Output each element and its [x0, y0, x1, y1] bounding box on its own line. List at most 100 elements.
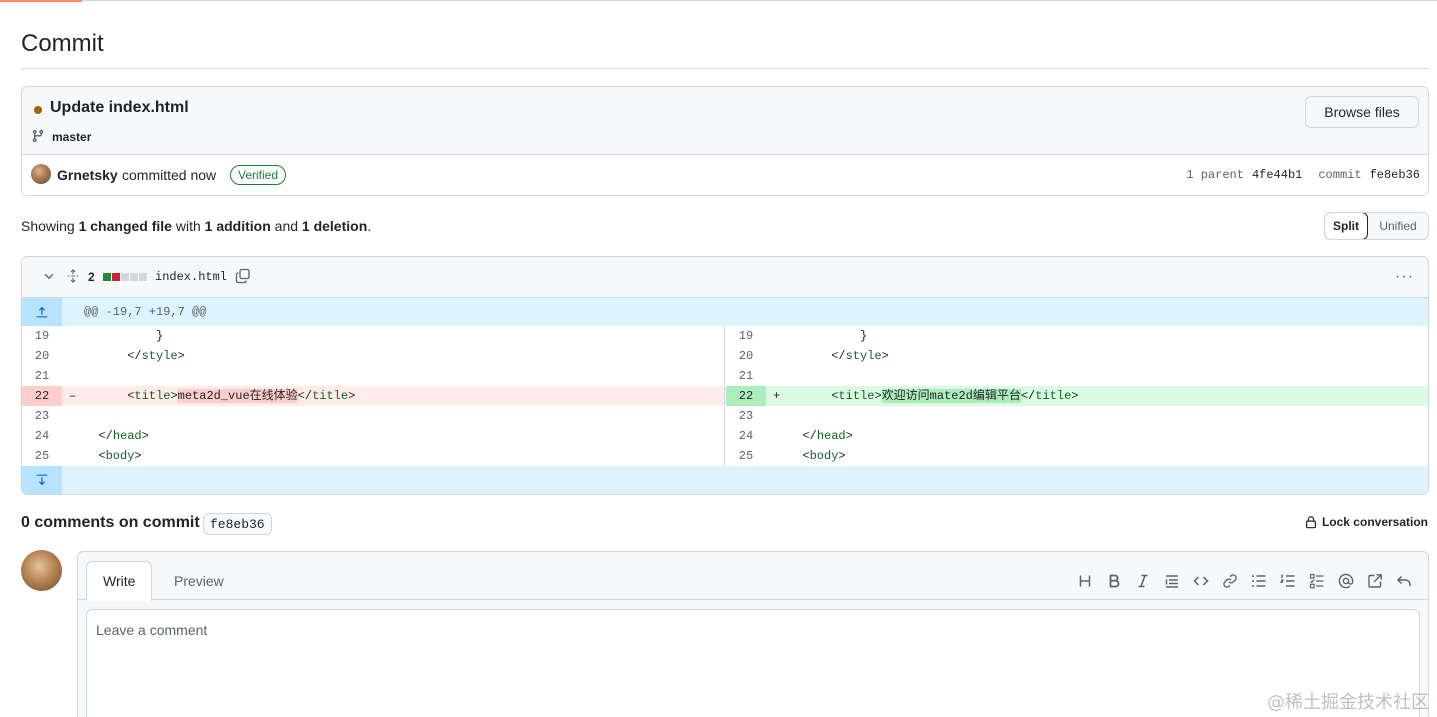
line-number[interactable]: 21 [22, 366, 62, 386]
line-number[interactable]: 23 [726, 406, 766, 426]
hunk-header: @@ -19,7 +19,7 @@ [84, 305, 207, 319]
status-dot-icon[interactable] [34, 106, 42, 114]
file-name-link[interactable]: index.html [155, 270, 227, 284]
file-diff: 2 index.html ··· @@ -19,7 +19,7 @@ 19 } 2… [21, 256, 1429, 495]
undo-icon[interactable] [1389, 571, 1418, 591]
ordered-list-icon[interactable] [1273, 571, 1302, 591]
diff-line: 19 } [726, 326, 1428, 346]
code-text: </head> [788, 426, 853, 446]
lock-conversation-button[interactable]: Lock conversation [1304, 515, 1428, 529]
unified-view-button[interactable]: Unified [1368, 213, 1428, 239]
code-segment: <body> [84, 449, 142, 463]
code-segment: } [84, 329, 164, 343]
diffstat-neutral-block [139, 273, 147, 281]
hunk-footer-row [22, 466, 1428, 494]
summary-text: . [367, 218, 372, 234]
parent-sha-link[interactable]: 4fe44b1 [1252, 168, 1302, 182]
quote-icon[interactable] [1157, 571, 1186, 591]
diff-line: 24 </head> [22, 426, 724, 446]
expand-down-icon[interactable] [22, 466, 62, 494]
tab-preview[interactable]: Preview [158, 561, 240, 601]
task-list-icon[interactable] [1302, 571, 1331, 591]
code-segment: <body> [788, 449, 846, 463]
summary-text: Showing [21, 218, 75, 234]
line-number[interactable]: 19 [22, 326, 62, 346]
active-tab-indicator [0, 0, 82, 2]
split-view-button[interactable]: Split [1325, 213, 1368, 239]
diff-line: 24 </head> [726, 426, 1428, 446]
code-segment: </style> [788, 349, 889, 363]
line-number[interactable]: 22 [726, 386, 766, 406]
lines-changed-count: 2 [88, 270, 95, 284]
copy-icon[interactable] [235, 268, 251, 284]
line-number[interactable]: 22 [22, 386, 62, 406]
expand-all-icon[interactable] [66, 268, 80, 284]
avatar[interactable] [31, 164, 51, 184]
expand-up-icon[interactable] [22, 298, 62, 326]
link-icon[interactable] [1215, 571, 1244, 591]
changed-text-highlight: meta2d_vue在线体验 [177, 389, 298, 403]
avatar[interactable] [21, 550, 62, 591]
bold-icon[interactable] [1099, 571, 1128, 591]
comment-editor: Write Preview Leave a comment [77, 551, 1429, 717]
browse-files-button[interactable]: Browse files [1305, 96, 1419, 128]
mention-icon[interactable] [1331, 571, 1360, 591]
diff-line: 21 [22, 366, 724, 386]
unordered-list-icon[interactable] [1244, 571, 1273, 591]
code-text: <title>meta2d_vue在线体验</title> [84, 386, 355, 406]
markdown-toolbar [1070, 571, 1418, 591]
line-number[interactable]: 19 [726, 326, 766, 346]
code-segment: </title> [1020, 389, 1079, 403]
line-number[interactable]: 21 [726, 366, 766, 386]
diffstat-del-block [112, 273, 120, 281]
top-border [0, 0, 1437, 1]
deletions-count: 1 deletion [301, 218, 368, 234]
watermark: @稀土掘金技术社区 [1267, 692, 1429, 713]
branch-link[interactable]: master [52, 130, 91, 144]
code-text: <title>欢迎访问mate2d编辑平台</title> [788, 386, 1078, 406]
reference-icon[interactable] [1360, 571, 1389, 591]
code-segment: <title> [84, 389, 178, 403]
lock-icon [1305, 516, 1316, 529]
summary-text: and [274, 218, 299, 234]
code-text: <body> [84, 446, 142, 466]
commit-sha-chip: fe8eb36 [203, 513, 272, 535]
comment-placeholder: Leave a comment [96, 622, 208, 638]
commit-sha: fe8eb36 [1369, 168, 1420, 182]
italic-icon[interactable] [1128, 571, 1157, 591]
diffstat-neutral-block [121, 273, 129, 281]
kebab-menu-icon[interactable]: ··· [1395, 268, 1414, 286]
author-row: Grnetsky committed now Verified 1 parent… [22, 155, 1428, 195]
comments-heading: 0 comments on commit [21, 514, 200, 531]
code-segment: </title> [297, 389, 356, 403]
diff-summary: Showing 1 changed file with 1 addition a… [21, 218, 371, 234]
line-number[interactable]: 25 [726, 446, 766, 466]
chevron-down-icon[interactable] [42, 269, 56, 283]
additions-count: 1 addition [204, 218, 271, 234]
line-number[interactable]: 24 [22, 426, 62, 446]
line-number[interactable]: 20 [726, 346, 766, 366]
line-number[interactable]: 23 [22, 406, 62, 426]
tab-write[interactable]: Write [86, 561, 153, 601]
diff-sign: + [773, 389, 781, 403]
line-number[interactable]: 20 [22, 346, 62, 366]
line-number[interactable]: 24 [726, 426, 766, 446]
commit-message: Update index.html [50, 99, 189, 116]
verified-badge[interactable]: Verified [230, 165, 287, 185]
diff-line: 23 [726, 406, 1428, 426]
comment-textarea[interactable]: Leave a comment [86, 609, 1420, 717]
author-link[interactable]: Grnetsky [57, 167, 118, 183]
code-icon[interactable] [1186, 571, 1215, 591]
diff-right-side: 19 } 20 </style> 21 22 + <title>欢迎访问mate2d编辑… [726, 326, 1428, 466]
diffstat-add-block [103, 273, 111, 281]
lock-label: Lock conversation [1321, 515, 1428, 529]
file-header: 2 index.html ··· [22, 257, 1428, 298]
summary-text: with [175, 218, 201, 234]
code-segment: </style> [84, 349, 185, 363]
line-number[interactable]: 25 [22, 446, 62, 466]
commit-header: Update index.html master Browse files [22, 87, 1428, 155]
diff-line: 19 } [22, 326, 724, 346]
heading-icon[interactable] [1070, 571, 1099, 591]
code-segment: </head> [788, 429, 853, 443]
code-text: <body> [788, 446, 846, 466]
